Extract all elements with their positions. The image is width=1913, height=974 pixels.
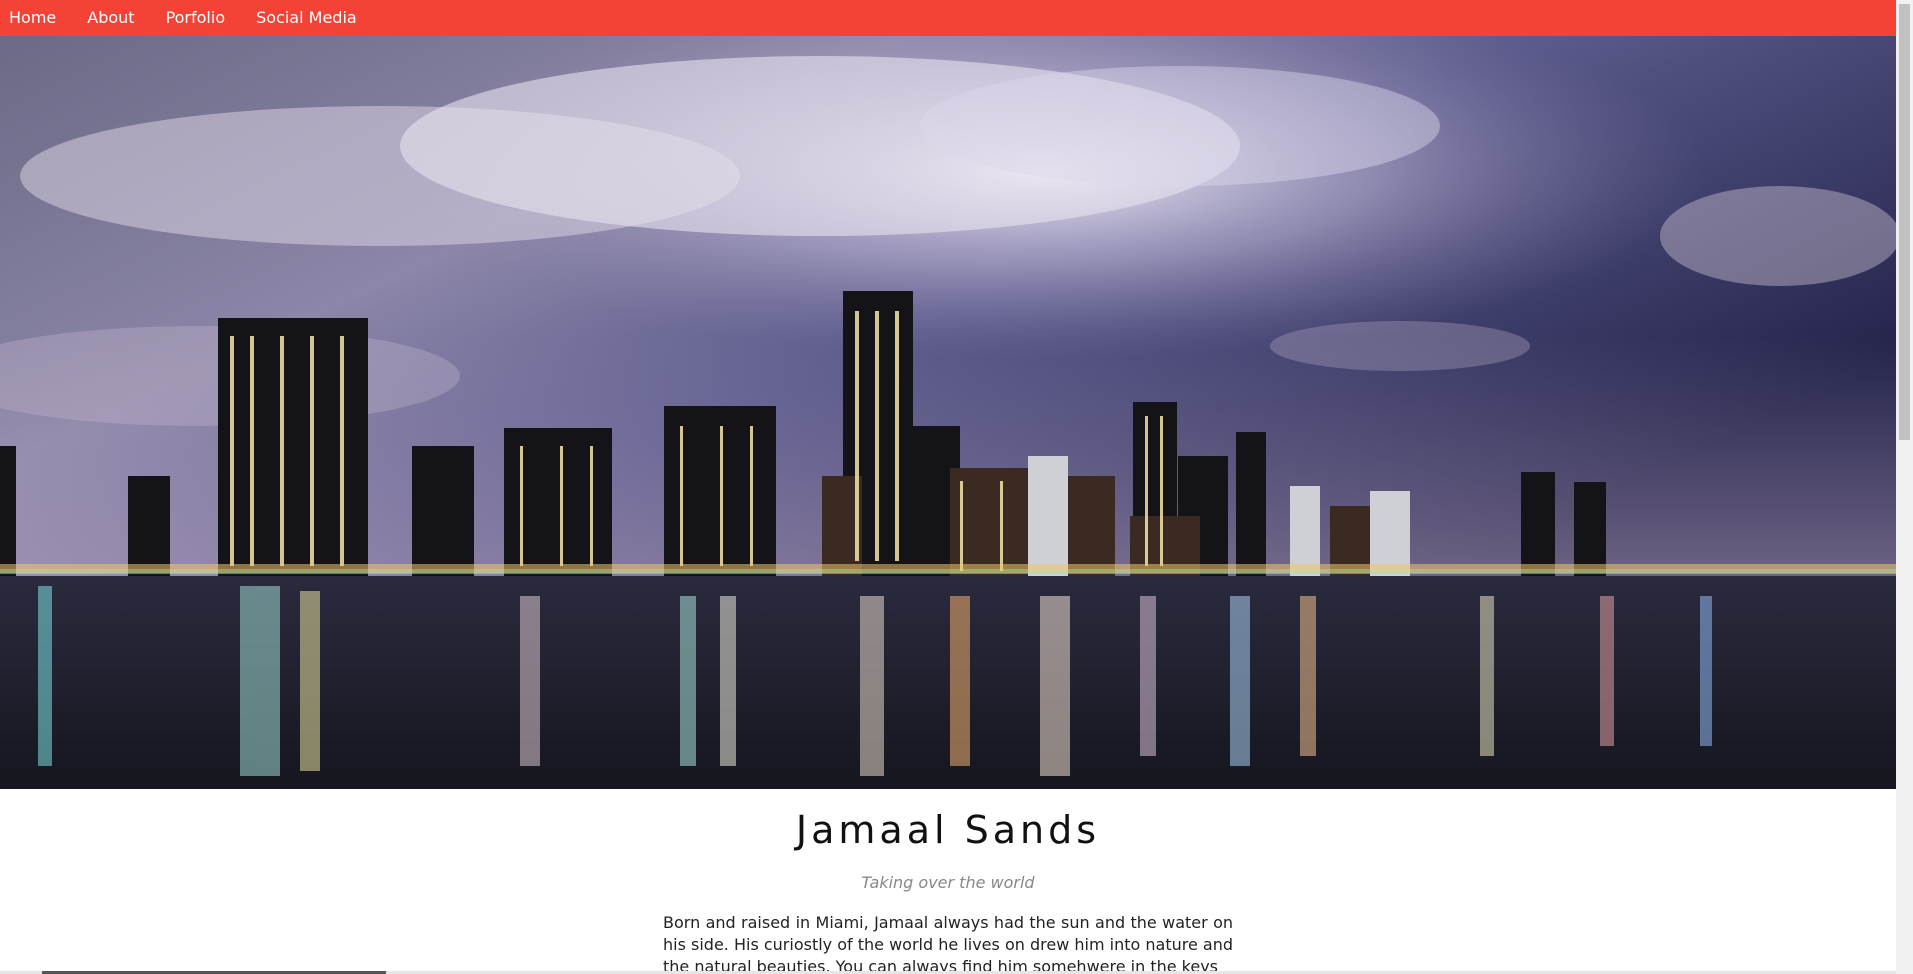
vertical-scrollbar[interactable] [1896,0,1913,974]
profile-name: Jamaal Sands [795,808,1101,852]
profile-section: Jamaal Sands Taking over the world Born … [0,789,1896,974]
hero-image [0,36,1896,789]
nav-social-media-link[interactable]: Social Media [247,0,373,36]
profile-bio: Born and raised in Miami, Jamaal always … [663,913,1233,974]
nav-portfolio-link[interactable]: Porfolio [157,0,242,36]
browser-viewport: Home About Porfolio Social Media Jamaal … [0,0,1913,974]
city-skyline-night-image [0,36,1896,789]
page: Home About Porfolio Social Media Jamaal … [0,0,1896,974]
vertical-scrollbar-thumb[interactable] [1899,4,1910,440]
top-navbar: Home About Porfolio Social Media [0,0,1896,36]
nav-about-link[interactable]: About [78,0,150,36]
nav-home-link[interactable]: Home [0,0,72,36]
profile-tagline: Taking over the world [861,873,1035,892]
